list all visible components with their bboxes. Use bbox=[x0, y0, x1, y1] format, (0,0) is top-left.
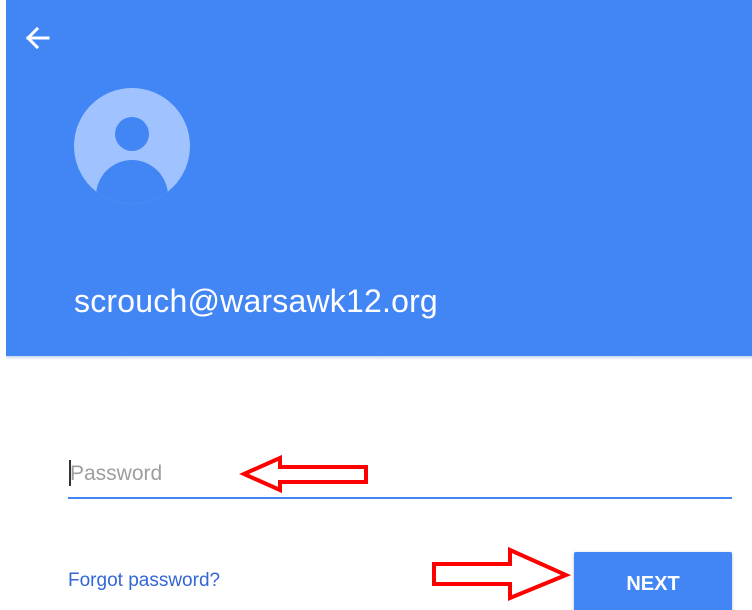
avatar-body bbox=[96, 160, 168, 204]
password-field bbox=[68, 452, 732, 500]
next-button[interactable]: NEXT bbox=[574, 552, 732, 610]
avatar-head bbox=[115, 117, 149, 151]
account-email: scrouch@warsawk12.org bbox=[74, 283, 438, 319]
header-shadow bbox=[6, 356, 752, 360]
arrow-left-icon bbox=[25, 26, 50, 50]
annotation-arrow-right-icon bbox=[432, 546, 572, 601]
forgot-password-link[interactable]: Forgot password? bbox=[68, 570, 220, 592]
password-input[interactable] bbox=[68, 452, 732, 496]
back-button[interactable] bbox=[20, 20, 56, 56]
account-header: scrouch@warsawk12.org bbox=[6, 0, 752, 356]
password-underline bbox=[68, 497, 732, 499]
text-caret bbox=[69, 460, 71, 486]
avatar bbox=[74, 88, 190, 204]
sign-in-page: scrouch@warsawk12.org Forgot password? N… bbox=[0, 0, 752, 610]
